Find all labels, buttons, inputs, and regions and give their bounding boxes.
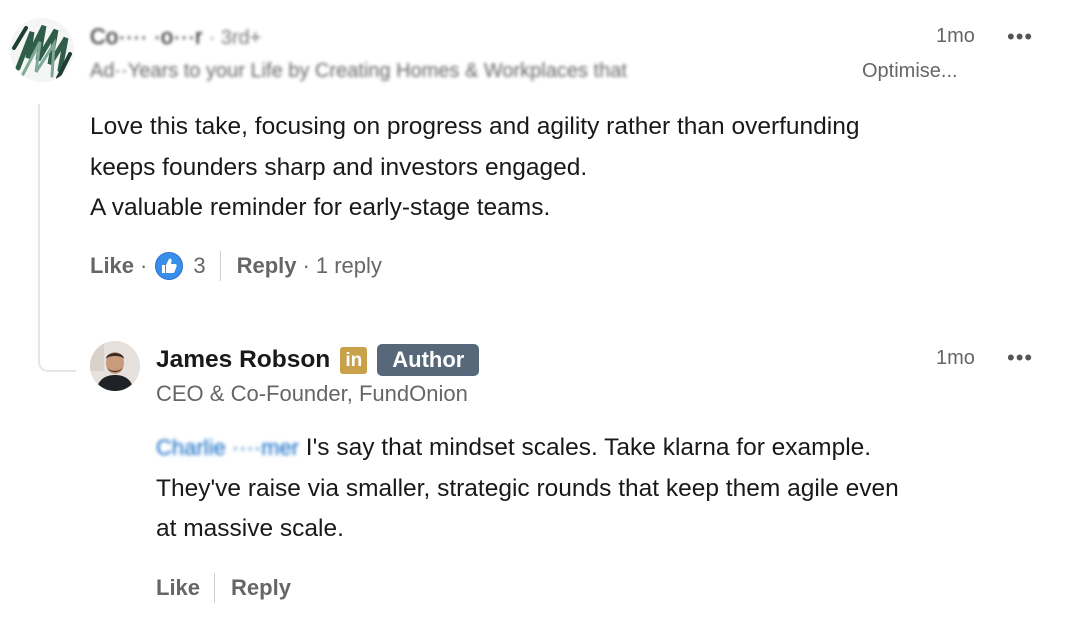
thread-connector	[38, 104, 76, 372]
abstract-avatar-icon	[10, 18, 74, 82]
commenter-avatar[interactable]	[10, 18, 74, 82]
comment-line: Love this take, focusing on progress and…	[90, 113, 860, 140]
reply-button[interactable]: Reply	[231, 575, 291, 601]
like-button[interactable]: Like	[156, 575, 200, 601]
comments-panel: Co···· ·o···r · 3rd+ Ad··Years to your L…	[0, 0, 1086, 625]
reply-line: at massive scale.	[156, 515, 344, 542]
author-badge: Author	[377, 344, 480, 376]
reply-button[interactable]: Reply	[237, 253, 297, 279]
reply-line-text: I's say that mindset scales. Take klarna…	[299, 434, 872, 461]
commenter-headline-tail: Optimise...	[856, 60, 958, 83]
connection-degree: · 3rd+	[208, 27, 262, 49]
commenter-name-text: Co···· ·o···r	[90, 24, 203, 49]
reply-author-row: James Robson in Author	[156, 344, 480, 376]
reply-count-link[interactable]: 1 reply	[316, 253, 382, 279]
like-reaction-icon[interactable]	[155, 252, 184, 280]
reply-author-avatar[interactable]	[90, 341, 140, 391]
reply-text: Charlie ····mer I's say that mindset sca…	[156, 428, 899, 550]
reaction-count[interactable]: 3	[193, 253, 205, 279]
more-options-icon[interactable]: •••	[1007, 26, 1033, 48]
reply-actions: Like Reply	[156, 573, 291, 603]
commenter-name[interactable]: Co···· ·o···r · 3rd+	[90, 24, 261, 50]
linkedin-icon: in	[340, 346, 368, 374]
action-divider	[214, 573, 216, 603]
action-divider	[219, 251, 221, 281]
separator-dot: ·	[302, 253, 310, 278]
reply-line: They've raise via smaller, strategic rou…	[156, 474, 899, 502]
comment-timestamp: 1mo	[936, 25, 975, 47]
profile-photo-icon	[90, 341, 140, 391]
comment-text: Love this take, focusing on progress and…	[90, 107, 860, 229]
reply-author-name[interactable]: James Robson	[156, 346, 330, 374]
commenter-headline: Ad··Years to your Life by Creating Homes…	[90, 60, 627, 82]
like-button[interactable]: Like	[90, 253, 134, 279]
reply-author-headline: CEO & Co-Founder, FundOnion	[156, 381, 468, 406]
mention-link[interactable]: Charlie ····mer	[156, 428, 299, 469]
more-options-icon[interactable]: •••	[1007, 347, 1033, 369]
reply-timestamp: 1mo	[936, 347, 975, 369]
reply-line: Charlie ····mer I's say that mindset sca…	[156, 428, 899, 469]
comment-line: A valuable reminder for early-stage team…	[90, 194, 551, 221]
separator-dot: ·	[140, 253, 148, 278]
comment-line: keeps founders sharp and investors engag…	[90, 153, 588, 181]
comment-actions: Like · 3 Reply · 1 reply	[90, 251, 382, 281]
